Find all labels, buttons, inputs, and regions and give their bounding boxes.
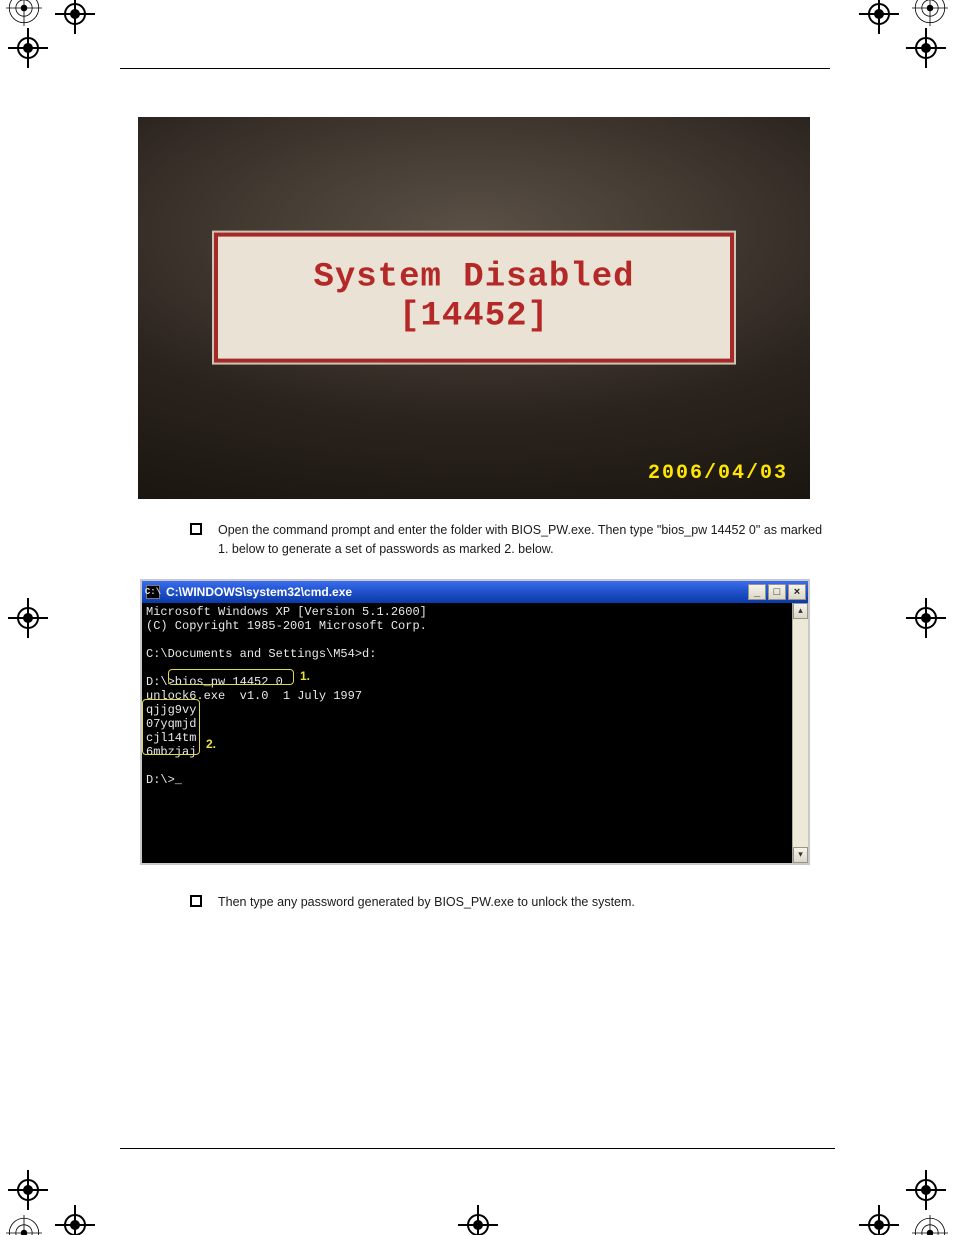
cmd-line: qjjg9vy — [146, 703, 196, 717]
cmd-line: D:\>_ — [146, 773, 182, 787]
bios-dialog-line1: System Disabled — [313, 259, 634, 297]
cmd-titlebar-icon: C:\ — [146, 585, 160, 599]
photo-timestamp: 2006/04/03 — [648, 462, 788, 485]
scroll-up-icon[interactable]: ▴ — [793, 603, 808, 619]
annotation-label-2: 2. — [206, 737, 216, 751]
cmd-line: D:\>bios_pw 14452 0 — [146, 675, 283, 689]
cmd-line: unlock6.exe v1.0 1 July 1997 — [146, 689, 362, 703]
regmark-crosshair — [55, 0, 95, 34]
cmd-body[interactable]: Microsoft Windows XP [Version 5.1.2600] … — [142, 603, 792, 863]
regmark-crosshair — [906, 598, 946, 638]
header-rule — [120, 68, 830, 69]
cmd-line: (C) Copyright 1985-2001 Microsoft Corp. — [146, 619, 427, 633]
cmd-line: 07yqmjd — [146, 717, 196, 731]
regmark-crosshair — [8, 1170, 48, 1210]
cmd-window: C:\ C:\WINDOWS\system32\cmd.exe _ □ × Mi… — [140, 579, 810, 865]
close-button[interactable]: × — [788, 584, 806, 600]
cmd-title-text: C:\WINDOWS\system32\cmd.exe — [166, 585, 742, 599]
regmark-target — [6, 1215, 42, 1235]
bios-dialog: System Disabled [14452] — [214, 233, 734, 363]
step-text: Open the command prompt and enter the fo… — [218, 521, 830, 559]
cmd-line: 6mbzjaj — [146, 745, 196, 759]
cmd-scrollbar[interactable]: ▴ ▾ — [792, 603, 808, 863]
minimize-button[interactable]: _ — [748, 584, 766, 600]
annotation-label-1: 1. — [300, 669, 310, 683]
regmark-crosshair — [55, 1205, 95, 1235]
cmd-window-buttons: _ □ × — [748, 584, 806, 600]
regmark-crosshair — [859, 0, 899, 34]
maximize-button[interactable]: □ — [768, 584, 786, 600]
scroll-down-icon[interactable]: ▾ — [793, 847, 808, 863]
regmark-target — [6, 0, 42, 26]
cmd-titlebar: C:\ C:\WINDOWS\system32\cmd.exe _ □ × — [142, 581, 808, 603]
regmark-crosshair — [906, 28, 946, 68]
regmark-target — [912, 1215, 948, 1235]
cmd-line: C:\Documents and Settings\M54>d: — [146, 647, 376, 661]
regmark-crosshair — [859, 1205, 899, 1235]
page-content: System Disabled [14452] 2006/04/03 Open … — [120, 68, 830, 911]
cmd-line: Microsoft Windows XP [Version 5.1.2600] — [146, 605, 427, 619]
step-bullet-1: Open the command prompt and enter the fo… — [190, 521, 830, 559]
regmark-crosshair — [8, 598, 48, 638]
cmd-line: cjl14tm — [146, 731, 196, 745]
footer-rule — [120, 1148, 835, 1149]
regmark-crosshair — [458, 1205, 498, 1235]
regmark-target — [912, 0, 948, 26]
bullet-icon — [190, 895, 202, 907]
bios-dialog-text: System Disabled [14452] — [313, 259, 634, 337]
step-bullet-2: Then type any password generated by BIOS… — [190, 893, 830, 912]
regmark-crosshair — [8, 28, 48, 68]
bios-screenshot: System Disabled [14452] 2006/04/03 — [138, 117, 810, 499]
step-text: Then type any password generated by BIOS… — [218, 893, 830, 912]
bullet-icon — [190, 523, 202, 535]
bios-dialog-line2: [14452] — [399, 298, 549, 336]
regmark-crosshair — [906, 1170, 946, 1210]
